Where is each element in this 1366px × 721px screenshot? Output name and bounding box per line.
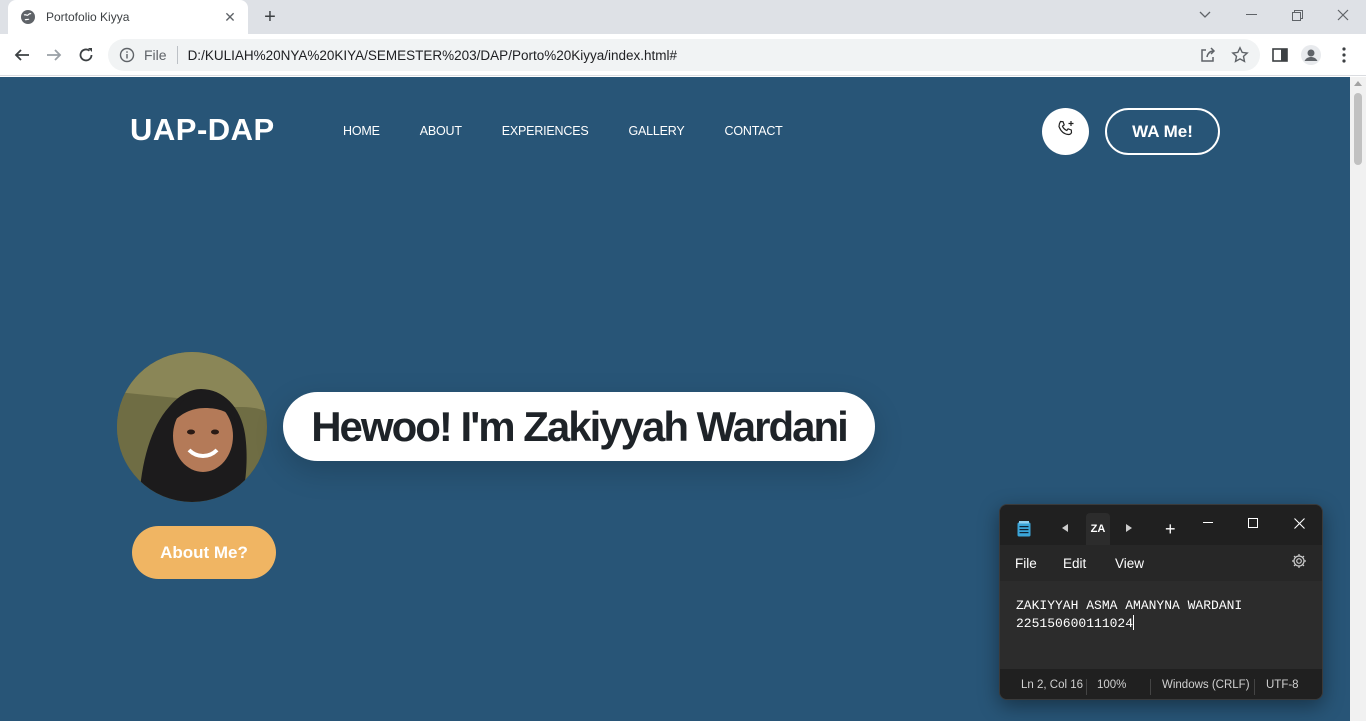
status-encoding[interactable]: UTF-8	[1266, 679, 1299, 691]
status-divider	[1150, 679, 1151, 695]
nav-home[interactable]: HOME	[343, 124, 380, 138]
scroll-tabs-right-icon[interactable]	[1126, 524, 1132, 532]
scroll-tabs-left-icon[interactable]	[1062, 524, 1068, 532]
reload-button[interactable]	[73, 42, 99, 68]
share-icon[interactable]	[1198, 45, 1218, 65]
url-text[interactable]: D:/KULIAH%20NYA%20KIYA/SEMESTER%203/DAP/…	[188, 48, 677, 63]
menu-edit[interactable]: Edit	[1063, 556, 1086, 571]
menu-view[interactable]: View	[1115, 556, 1144, 571]
side-panel-icon[interactable]	[1270, 45, 1290, 65]
address-bar[interactable]: File D:/KULIAH%20NYA%20KIYA/SEMESTER%203…	[108, 39, 1260, 71]
text-line-2: 225150600111024	[1016, 616, 1134, 631]
text-caret	[1133, 615, 1135, 630]
close-tab-icon[interactable]: ✕	[222, 9, 238, 25]
tab-title: Portofolio Kiyya	[46, 10, 130, 24]
greeting-headline: Hewoo! I'm Zakiyyah Wardani	[311, 402, 849, 450]
url-divider	[176, 46, 178, 64]
menu-kebab-icon[interactable]	[1334, 45, 1354, 65]
notepad-window: ZA + File Edit View ZAKIYYAH ASMA AMANYN…	[999, 504, 1323, 700]
minimize-button[interactable]	[1228, 0, 1274, 30]
notepad-text-area[interactable]: ZAKIYYAH ASMA AMANYNA WARDANI 2251506001…	[1000, 581, 1322, 669]
site-nav: HOME ABOUT EXPERIENCES GALLERY CONTACT	[343, 124, 823, 138]
page-scrollbar[interactable]	[1350, 77, 1366, 721]
restore-button[interactable]	[1274, 0, 1320, 30]
browser-toolbar: File D:/KULIAH%20NYA%20KIYA/SEMESTER%203…	[0, 34, 1366, 76]
status-zoom[interactable]: 100%	[1097, 679, 1126, 691]
notepad-new-tab-icon[interactable]: +	[1165, 520, 1176, 538]
browser-tab-bar: Portofolio Kiyya ✕ +	[0, 0, 1366, 34]
profile-photo	[117, 352, 267, 502]
wa-me-button[interactable]: WA Me!	[1105, 108, 1220, 155]
new-tab-button[interactable]: +	[259, 6, 281, 28]
notepad-status-bar: Ln 2, Col 16 100% Windows (CRLF) UTF-8	[1000, 669, 1322, 699]
notepad-minimize-button[interactable]	[1193, 511, 1223, 535]
text-line-1: ZAKIYYAH ASMA AMANYNA WARDANI	[1016, 598, 1243, 613]
greeting-card: Hewoo! I'm Zakiyyah Wardani	[283, 392, 875, 461]
close-window-button[interactable]	[1320, 0, 1366, 30]
phone-icon	[1056, 119, 1076, 144]
back-button[interactable]	[9, 42, 35, 68]
status-line-ending[interactable]: Windows (CRLF)	[1162, 679, 1250, 691]
notepad-menu-bar: File Edit View	[1000, 545, 1322, 581]
site-logo[interactable]: UAP-DAP	[130, 112, 275, 148]
status-divider	[1086, 679, 1087, 695]
scroll-up-arrow-icon[interactable]	[1354, 81, 1362, 86]
status-cursor-position: Ln 2, Col 16	[1021, 679, 1084, 691]
notepad-maximize-button[interactable]	[1238, 511, 1268, 535]
browser-tab[interactable]: Portofolio Kiyya ✕	[8, 0, 248, 34]
scrollbar-thumb[interactable]	[1354, 93, 1362, 165]
nav-contact[interactable]: CONTACT	[725, 124, 783, 138]
notepad-title-bar[interactable]: ZA +	[1000, 505, 1322, 545]
notepad-app-icon	[1017, 521, 1031, 537]
info-icon[interactable]	[118, 46, 136, 64]
url-scheme-label: File	[144, 47, 167, 63]
bookmark-star-icon[interactable]	[1230, 45, 1250, 65]
tab-search-icon[interactable]	[1182, 0, 1228, 30]
nav-experiences[interactable]: EXPERIENCES	[502, 124, 589, 138]
profile-avatar-icon[interactable]	[1301, 45, 1321, 65]
about-me-button[interactable]: About Me?	[132, 526, 276, 579]
status-divider	[1254, 679, 1255, 695]
notepad-close-button[interactable]	[1284, 511, 1314, 535]
nav-about[interactable]: ABOUT	[420, 124, 462, 138]
globe-icon	[20, 9, 36, 25]
nav-gallery[interactable]: GALLERY	[628, 124, 684, 138]
menu-file[interactable]: File	[1015, 556, 1037, 571]
notepad-tab[interactable]: ZA	[1086, 513, 1110, 545]
forward-button[interactable]	[41, 42, 67, 68]
phone-call-button[interactable]	[1042, 108, 1089, 155]
settings-gear-icon[interactable]	[1291, 553, 1307, 569]
